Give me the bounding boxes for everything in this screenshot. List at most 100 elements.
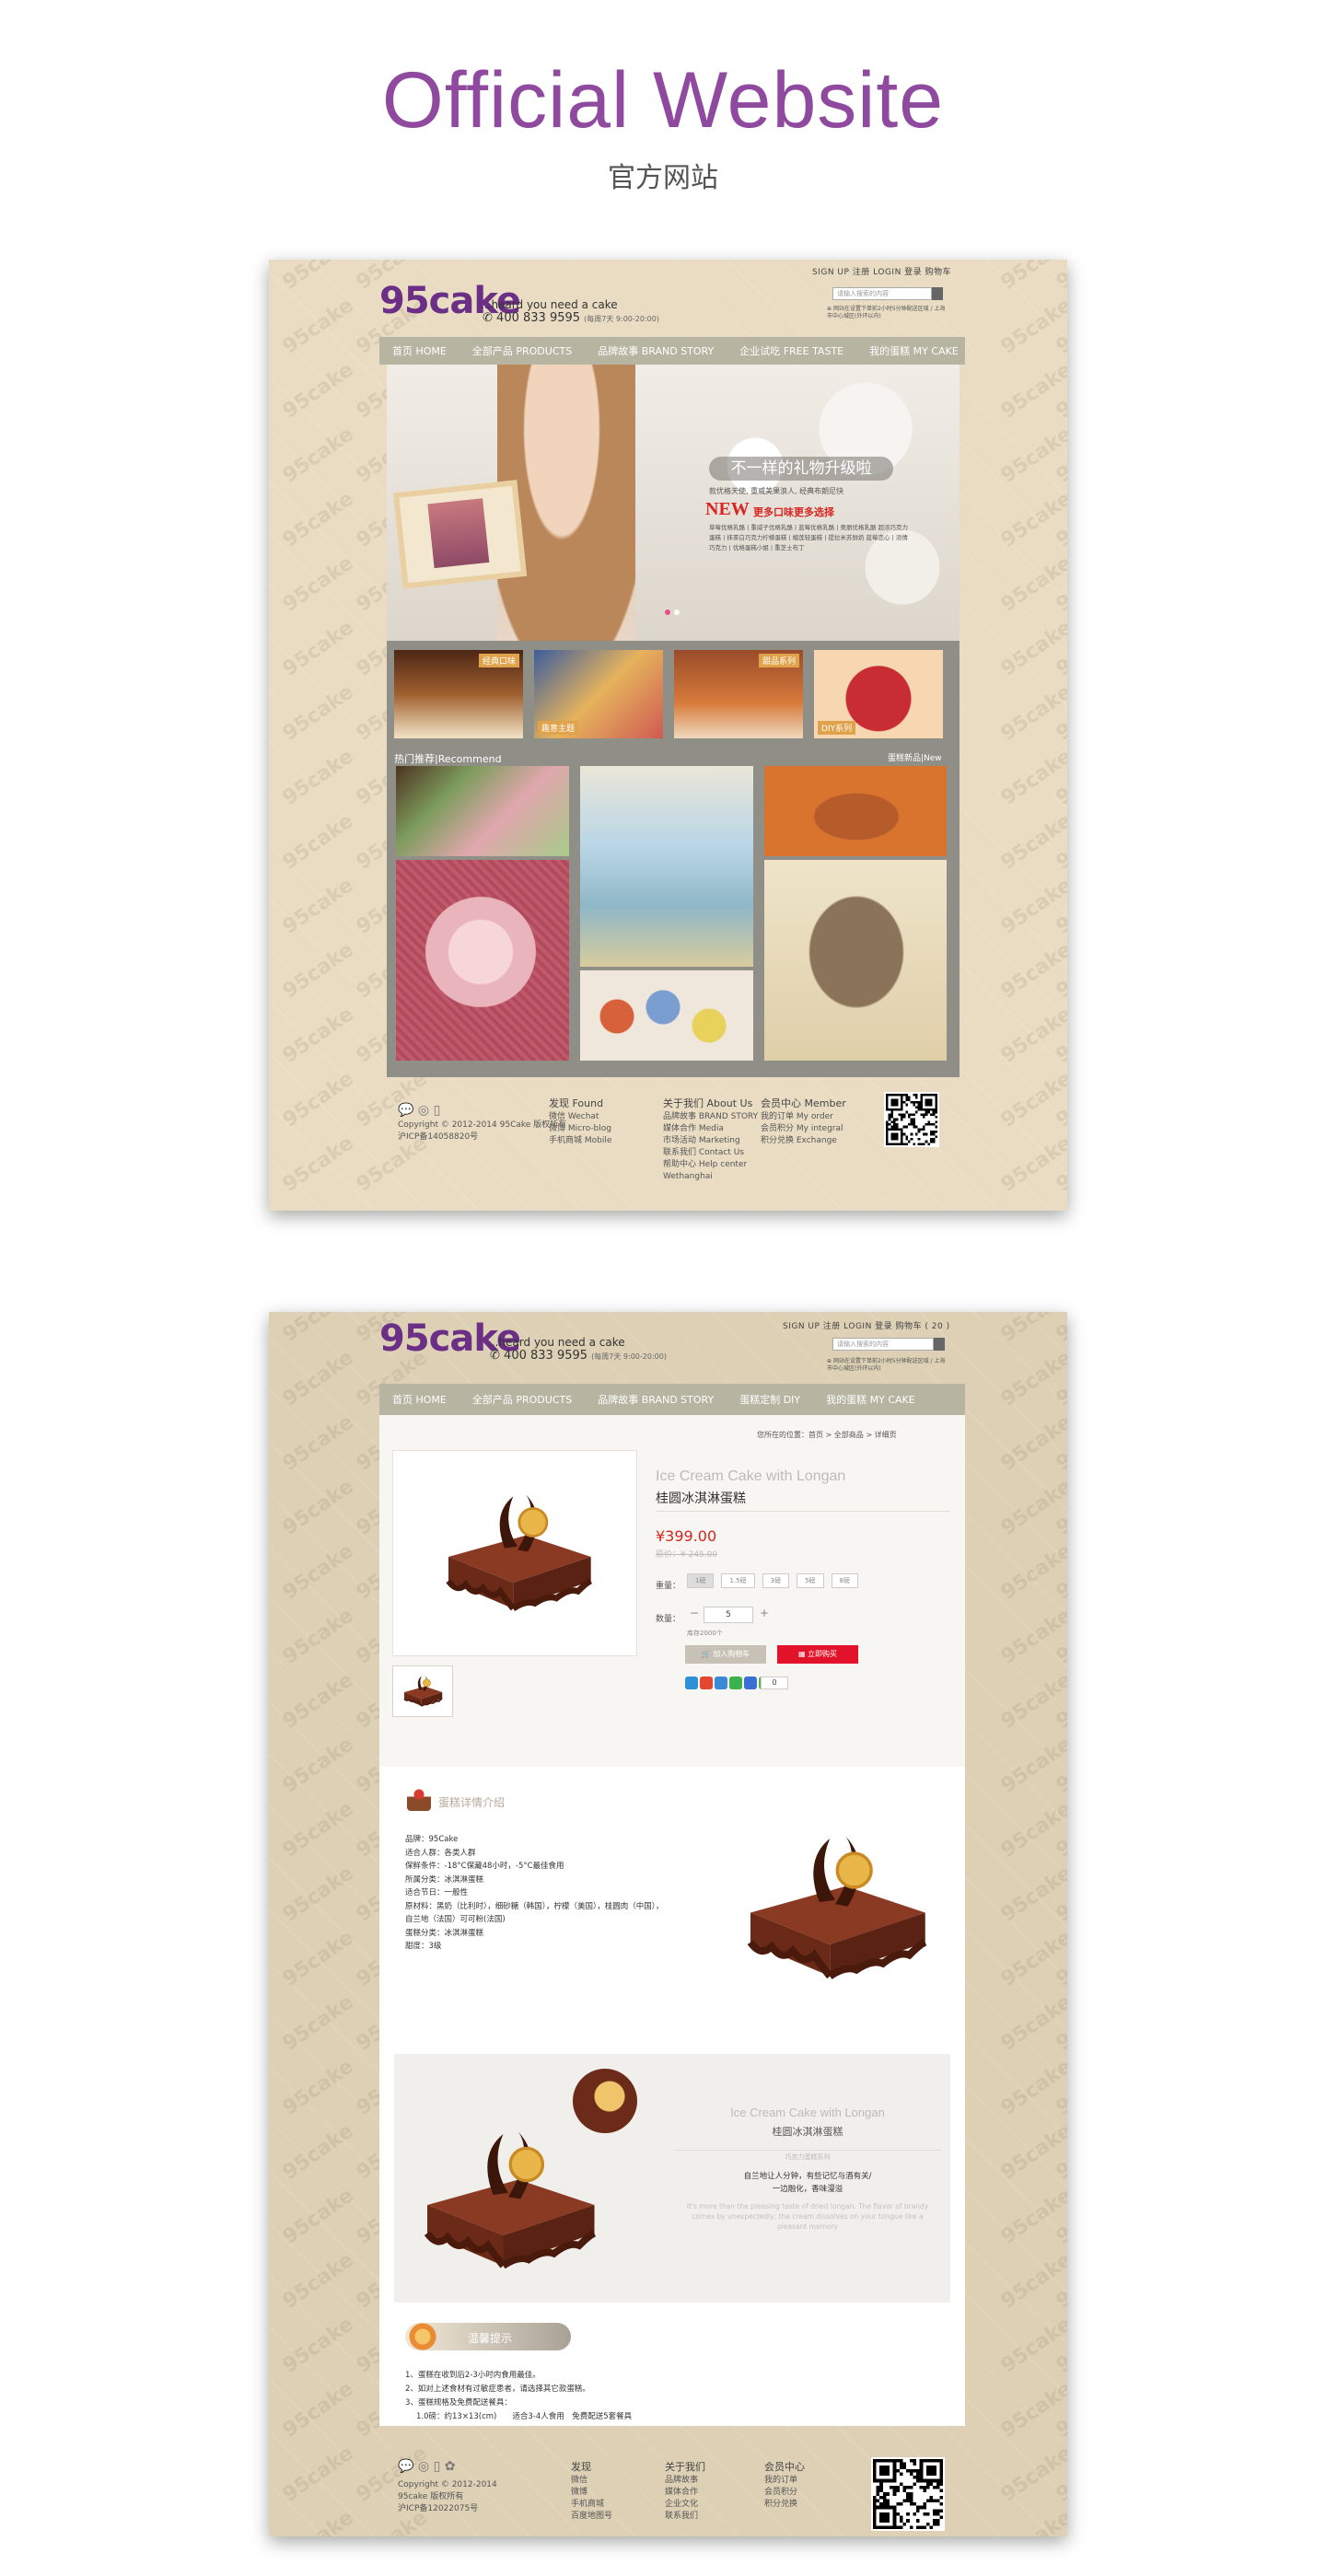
wechat-icon[interactable]: 💬 [398,1103,413,1118]
spec-item: 原材料：黑奶（比利时），细砂糖（韩国），柠檬（美国），桂圆肉（中国）， [405,1901,664,1911]
size-label: 重量： [656,1582,681,1591]
product-thumb[interactable] [764,860,947,1061]
search-icon[interactable] [934,1338,945,1351]
footer-col-member: 会员中心 我的订单 会员积分 积分兑换 [764,2461,805,2511]
cake-image [399,1674,447,1711]
search-input[interactable]: 请输入搜索的内容 [832,287,932,300]
search-input[interactable]: 请输入搜索的内容 [832,1338,934,1351]
spec-item: 适合人群：各类人群 [405,1848,476,1858]
mobile-icon[interactable]: ▯ [434,1103,441,1118]
footer-link[interactable]: 联系我们 [665,2511,705,2523]
footer-link[interactable]: 微信 Wechat [549,1111,611,1123]
footer-link[interactable]: 我的订单 [764,2475,805,2487]
footer-link[interactable]: 积分兑换 [764,2499,805,2511]
product-thumb[interactable] [396,860,569,1061]
product-thumb[interactable] [396,766,569,856]
footer-col-title: 会员中心 Member [761,1097,846,1109]
footer-link[interactable]: 品牌故事 [665,2475,705,2487]
weibo-icon[interactable]: ◎ [418,2459,429,2474]
footer-link[interactable]: 微博 [571,2487,612,2499]
product-thumbnail[interactable] [392,1665,453,1717]
footer-link[interactable]: 品牌故事 BRAND STORY [663,1111,758,1123]
nav-item[interactable]: 品牌故事 BRAND STORY [585,1392,727,1407]
qzone-icon[interactable] [685,1677,698,1689]
feature-name-en: Ice Cream Cake with Longan [730,2106,885,2119]
size-option[interactable]: 1磅 [687,1573,715,1588]
size-option[interactable]: 5磅 [797,1573,824,1588]
cake-image [407,2122,610,2288]
category-tile[interactable]: 经典口味 [394,650,523,738]
size-option[interactable]: 3磅 [762,1573,790,1588]
footer-link[interactable]: 手机商城 Mobile [549,1135,611,1147]
nav-item[interactable]: 首页 HOME [379,343,459,358]
renren-icon[interactable] [744,1677,757,1689]
category-tile[interactable]: 趣意主题 [534,650,663,738]
nav-item[interactable]: 我的蛋糕 MY CAKE [813,1392,928,1407]
footer-link[interactable]: 企业文化 [665,2499,705,2511]
site-tagline: ...heard you need a cake [481,298,618,311]
tip-item: 1.0磅：约13×13(cm) 适合3-4人食用 免费配送5套餐具 [416,2412,633,2421]
product-main-image[interactable] [392,1450,637,1656]
footer-link[interactable]: 我的订单 My order [761,1111,846,1123]
qty-increase[interactable]: + [757,1607,772,1623]
category-tile[interactable]: 甜品系列 [674,650,803,738]
product-name-en: Ice Cream Cake with Longan [656,1468,846,1484]
footer-link[interactable]: 媒体合作 Media [663,1123,758,1135]
size-option[interactable]: 8磅 [831,1573,859,1588]
footer-link[interactable]: Wethanghai [663,1171,758,1183]
footer-link[interactable]: 会员积分 My integral [761,1123,846,1135]
nav-item[interactable]: 企业试吃 FREE TASTE [727,343,856,358]
qq-icon[interactable] [715,1677,727,1689]
breadcrumb[interactable]: 您所在的位置：首页 > 全部商品 > 详细页 [757,1430,897,1440]
footer-link[interactable]: 帮助中心 Help center [663,1159,758,1171]
search-icon[interactable] [932,287,943,300]
product-thumb[interactable] [764,766,947,856]
nav-item[interactable]: 我的蛋糕 MY CAKE [856,343,971,358]
mobile-icon[interactable]: ▯ [434,2459,441,2474]
buy-now-button[interactable]: ▦ 立即购买 [777,1645,858,1664]
qty-input[interactable]: 5 [704,1607,753,1623]
recommend-more-link[interactable]: 蛋糕新品|New [888,751,942,763]
footer-link[interactable]: 积分兑换 Exchange [761,1135,846,1147]
footer-link[interactable]: 联系我们 Contact Us [663,1147,758,1159]
phone-icon: ✆ [490,1349,500,1363]
nav-item[interactable]: 全部产品 PRODUCTS [459,343,585,358]
qr-code [871,2457,945,2531]
qty-decrease[interactable]: − [687,1607,702,1623]
footer-copyright: Copyright © 2012-2014 95cake 版权所有 沪ICP备120… [398,2480,497,2513]
add-to-cart-button[interactable]: 🛒 加入购物车 [685,1645,766,1664]
phone-icon: ✆ [483,311,493,325]
top-links[interactable]: SIGN UP 注册 LOGIN 登录 购物车 [812,265,951,277]
product-thumb[interactable] [580,970,753,1061]
carousel-dot[interactable] [674,609,680,615]
top-links[interactable]: SIGN UP 注册 LOGIN 登录 购物车 ( 20 ) [783,1319,950,1331]
tip-item: 2、如对上述食材有过敏症患者，请选择其它款蛋糕。 [405,2385,590,2394]
social-icons[interactable]: 💬 ◎ ▯ [398,1103,440,1118]
footer-link[interactable]: 媒体合作 [665,2487,705,2499]
weibo-icon[interactable] [700,1677,713,1689]
nav-item[interactable]: 全部产品 PRODUCTS [459,1392,585,1407]
footer-link[interactable]: 微信 [571,2475,612,2487]
wechat-icon[interactable]: 💬 [398,2459,413,2474]
footer-link[interactable]: 百度地图号 [571,2511,612,2523]
footer-link[interactable]: 市场活动 Marketing [663,1135,758,1147]
wechat-icon[interactable] [729,1677,742,1689]
footer-link[interactable]: 会员积分 [764,2487,805,2499]
footer-link[interactable]: 微博 Micro-blog [549,1123,611,1135]
carousel-dot[interactable] [665,609,670,615]
tips-title: 温馨提示 [468,2332,513,2345]
footer-link[interactable]: 手机商城 [571,2499,612,2511]
nav-item[interactable]: 首页 HOME [379,1392,459,1407]
nav-item[interactable]: 品牌故事 BRAND STORY [585,343,727,358]
share-icons [685,1677,772,1689]
homepage-screenshot: 95cake 95cake 95cake 95cake 95cake 95cake 95ca… [269,260,1067,1211]
size-option[interactable]: 1.5磅 [721,1573,755,1588]
weibo-icon[interactable]: ◎ [418,1103,429,1118]
nav-item[interactable]: 蛋糕定制 DIY [727,1392,813,1407]
social-icons[interactable]: 💬 ◎ ▯ ✿ [398,2459,455,2474]
product-thumb[interactable] [580,766,753,967]
tip-item: 3、蛋糕规格及免费配送餐具： [405,2398,512,2408]
hero-banner[interactable]: 不一样的礼物升级啦 款优格天使, 重威美果浪人, 经典布朗尼快 NEW 更多口味… [387,365,960,641]
category-tile[interactable]: DIY系列 [814,650,943,738]
paw-icon[interactable]: ✿ [445,2459,456,2474]
